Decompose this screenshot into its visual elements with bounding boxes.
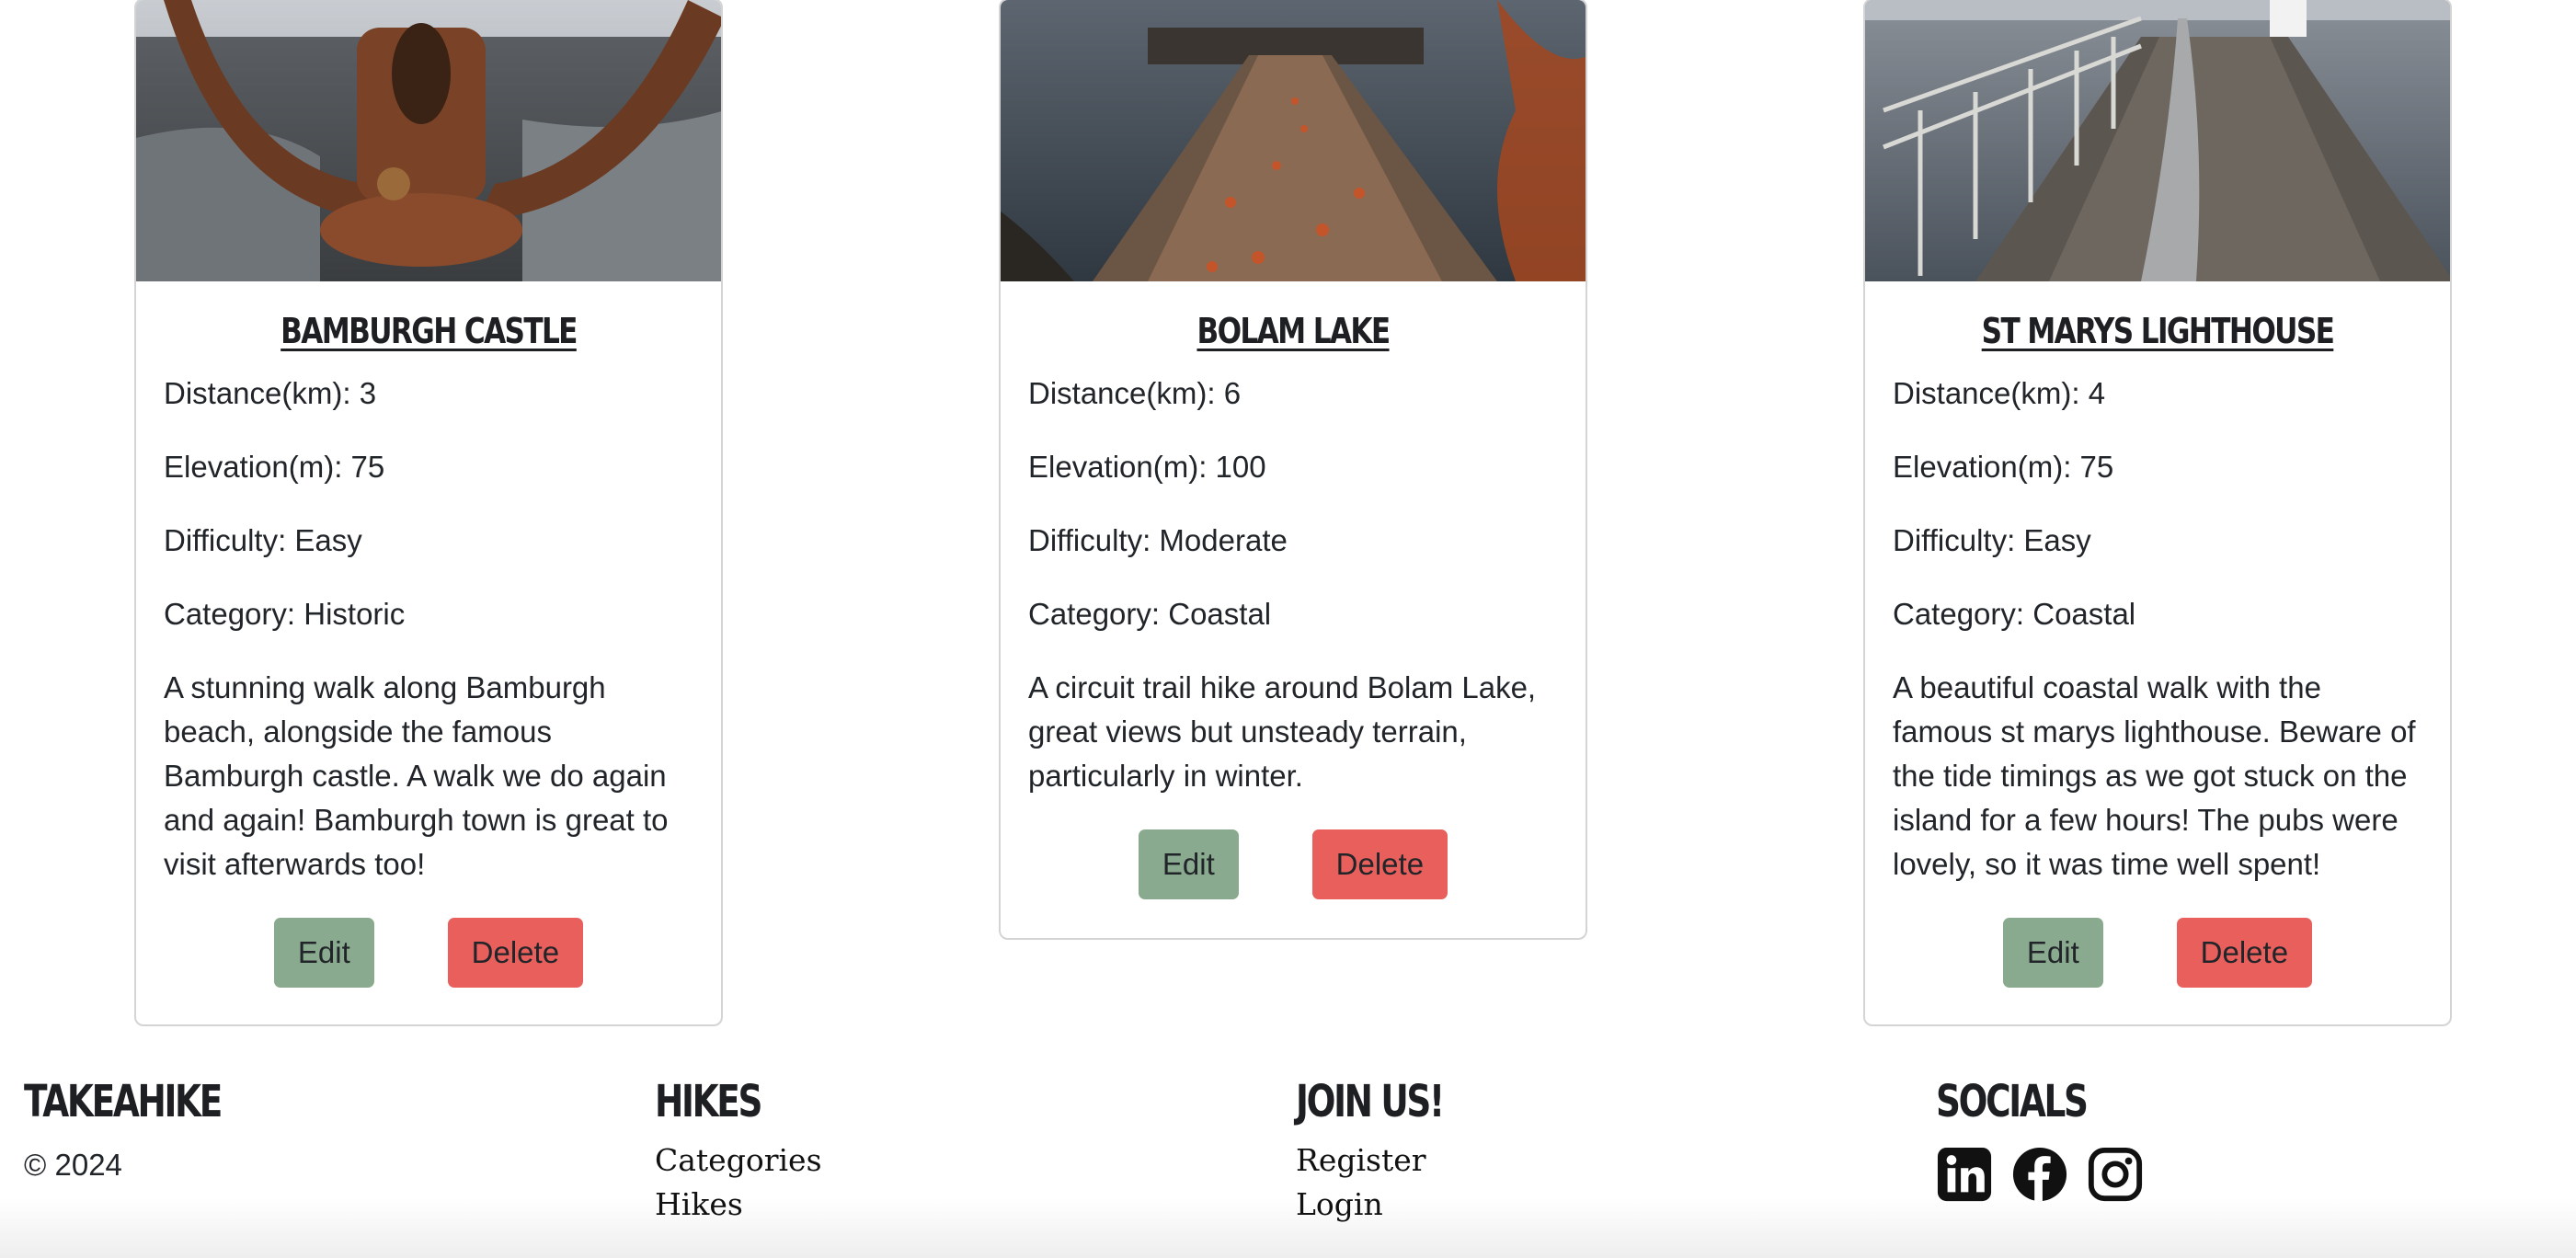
card-actions: Edit Delete [164, 918, 693, 988]
hike-description: A stunning walk along Bamburgh beach, al… [164, 670, 669, 881]
hike-category: Category: Coastal [1028, 597, 1272, 631]
footer-hikes: HIKES Categories Hikes [655, 1058, 822, 1227]
hike-cards-row: BAMBURGH CASTLE Distance(km): 3 Elevatio… [0, 0, 2576, 1030]
delete-button[interactable]: Delete [1311, 829, 1448, 899]
hike-card: BAMBURGH CASTLE Distance(km): 3 Elevatio… [134, 0, 723, 1026]
hike-card: BOLAM LAKE Distance(km): 6 Elevation(m):… [999, 0, 1587, 940]
delete-button[interactable]: Delete [2176, 918, 2313, 988]
copyright-text: © 2024 [24, 1148, 122, 1182]
hike-difficulty: Difficulty: Moderate [1028, 523, 1288, 557]
footer-hikes-heading: HIKES [655, 1076, 762, 1127]
hike-card: ST MARYS LIGHTHOUSE Distance(km): 4 Elev… [1863, 0, 2452, 1026]
hike-card-image [136, 0, 721, 281]
hike-title[interactable]: ST MARYS LIGHTHOUSE [1941, 311, 2375, 351]
instagram-icon[interactable] [2087, 1146, 2144, 1203]
card-actions: Edit Delete [1893, 918, 2422, 988]
hike-elevation: Elevation(m): 75 [164, 450, 385, 484]
hike-difficulty: Difficulty: Easy [1893, 523, 2091, 557]
footer-link-login[interactable]: Login [1296, 1183, 1484, 1227]
footer-brand-heading: TAKEAHIKE [24, 1076, 223, 1127]
hike-card-image [1865, 0, 2450, 281]
footer-join-heading: JOIN US! [1296, 1076, 1445, 1127]
hike-card-image [1001, 0, 1586, 281]
footer-link-categories[interactable]: Categories [655, 1138, 822, 1183]
footer-socials: SOCIALS [1936, 1058, 2144, 1203]
edit-button[interactable]: Edit [273, 918, 374, 988]
hike-category: Category: Coastal [1893, 597, 2136, 631]
footer-link-hikes[interactable]: Hikes [655, 1183, 822, 1227]
hike-difficulty: Difficulty: Easy [164, 523, 362, 557]
hike-distance: Distance(km): 6 [1028, 376, 1242, 410]
linkedin-icon[interactable] [1936, 1146, 1993, 1203]
hike-description: A circuit trail hike around Bolam Lake, … [1028, 670, 1537, 793]
hike-category: Category: Historic [164, 597, 406, 631]
site-footer: TAKEAHIKE © 2024 HIKES Categories Hikes … [0, 1058, 2576, 1258]
delete-button[interactable]: Delete [447, 918, 584, 988]
hike-title[interactable]: BAMBURGH CASTLE [212, 311, 646, 351]
hike-distance: Distance(km): 3 [164, 376, 377, 410]
hike-elevation: Elevation(m): 75 [1893, 450, 2114, 484]
hike-description: A beautiful coastal walk with the famous… [1893, 670, 2416, 881]
hike-distance: Distance(km): 4 [1893, 376, 2106, 410]
hike-elevation: Elevation(m): 100 [1028, 450, 1266, 484]
hike-title[interactable]: BOLAM LAKE [1076, 311, 1510, 351]
footer-link-register[interactable]: Register [1296, 1138, 1484, 1183]
footer-join: JOIN US! Register Login [1296, 1058, 1484, 1227]
edit-button[interactable]: Edit [2002, 918, 2103, 988]
footer-socials-heading: SOCIALS [1936, 1076, 2089, 1127]
footer-brand: TAKEAHIKE © 2024 [24, 1058, 276, 1183]
edit-button[interactable]: Edit [1138, 829, 1239, 899]
facebook-icon[interactable] [2011, 1146, 2068, 1203]
card-actions: Edit Delete [1028, 829, 1558, 899]
